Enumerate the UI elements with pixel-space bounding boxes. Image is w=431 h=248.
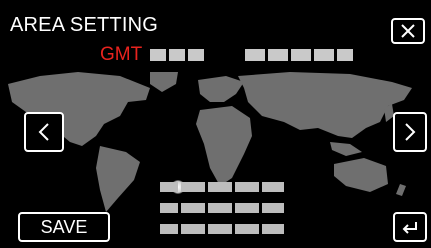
text-placeholder — [181, 182, 205, 192]
continent-australia — [334, 158, 388, 192]
text-placeholder — [181, 203, 205, 213]
area-setting-screen: AREA SETTING GMT SAVE — [0, 0, 431, 248]
gmt-time-placeholder — [268, 49, 289, 61]
chevron-left-icon — [38, 123, 49, 141]
return-arrow-icon — [402, 222, 417, 234]
save-button[interactable]: SAVE — [18, 212, 110, 242]
text-placeholder — [235, 182, 259, 192]
text-placeholder — [181, 224, 205, 234]
close-icon — [401, 24, 415, 38]
continent-greenland — [150, 72, 178, 92]
continent-asia — [238, 72, 412, 138]
city-info-row — [160, 203, 287, 213]
text-placeholder — [262, 182, 284, 192]
text-placeholder — [160, 182, 178, 192]
text-placeholder — [208, 224, 232, 234]
gmt-value-placeholder — [150, 49, 167, 61]
continent-south-america — [96, 146, 140, 212]
chevron-right-icon — [405, 123, 416, 141]
city-info-row — [160, 224, 287, 234]
continent-indonesia — [330, 142, 362, 156]
page-title: AREA SETTING — [10, 14, 158, 36]
text-placeholder — [208, 182, 232, 192]
next-button[interactable] — [393, 112, 427, 152]
text-placeholder — [235, 203, 259, 213]
text-placeholder — [160, 224, 178, 234]
back-button[interactable] — [393, 212, 427, 242]
text-placeholder — [262, 203, 284, 213]
text-placeholder — [262, 224, 284, 234]
previous-button[interactable] — [24, 112, 64, 152]
text-placeholder — [208, 203, 232, 213]
gmt-time-placeholder — [314, 49, 335, 61]
text-placeholder — [160, 203, 178, 213]
gmt-time-placeholder — [291, 49, 312, 61]
gmt-time-placeholder — [245, 49, 266, 61]
gmt-offset-display: GMT — [100, 44, 356, 66]
continent-europe — [198, 76, 244, 102]
text-placeholder — [235, 224, 259, 234]
continent-africa — [196, 106, 252, 186]
city-info-row — [160, 182, 287, 192]
gmt-time-placeholder — [337, 49, 354, 61]
continent-new-zealand — [396, 184, 406, 196]
gmt-value-placeholder — [188, 49, 205, 61]
gmt-label: GMT — [100, 44, 143, 65]
gmt-value-placeholder — [169, 49, 186, 61]
close-button[interactable] — [391, 18, 425, 44]
